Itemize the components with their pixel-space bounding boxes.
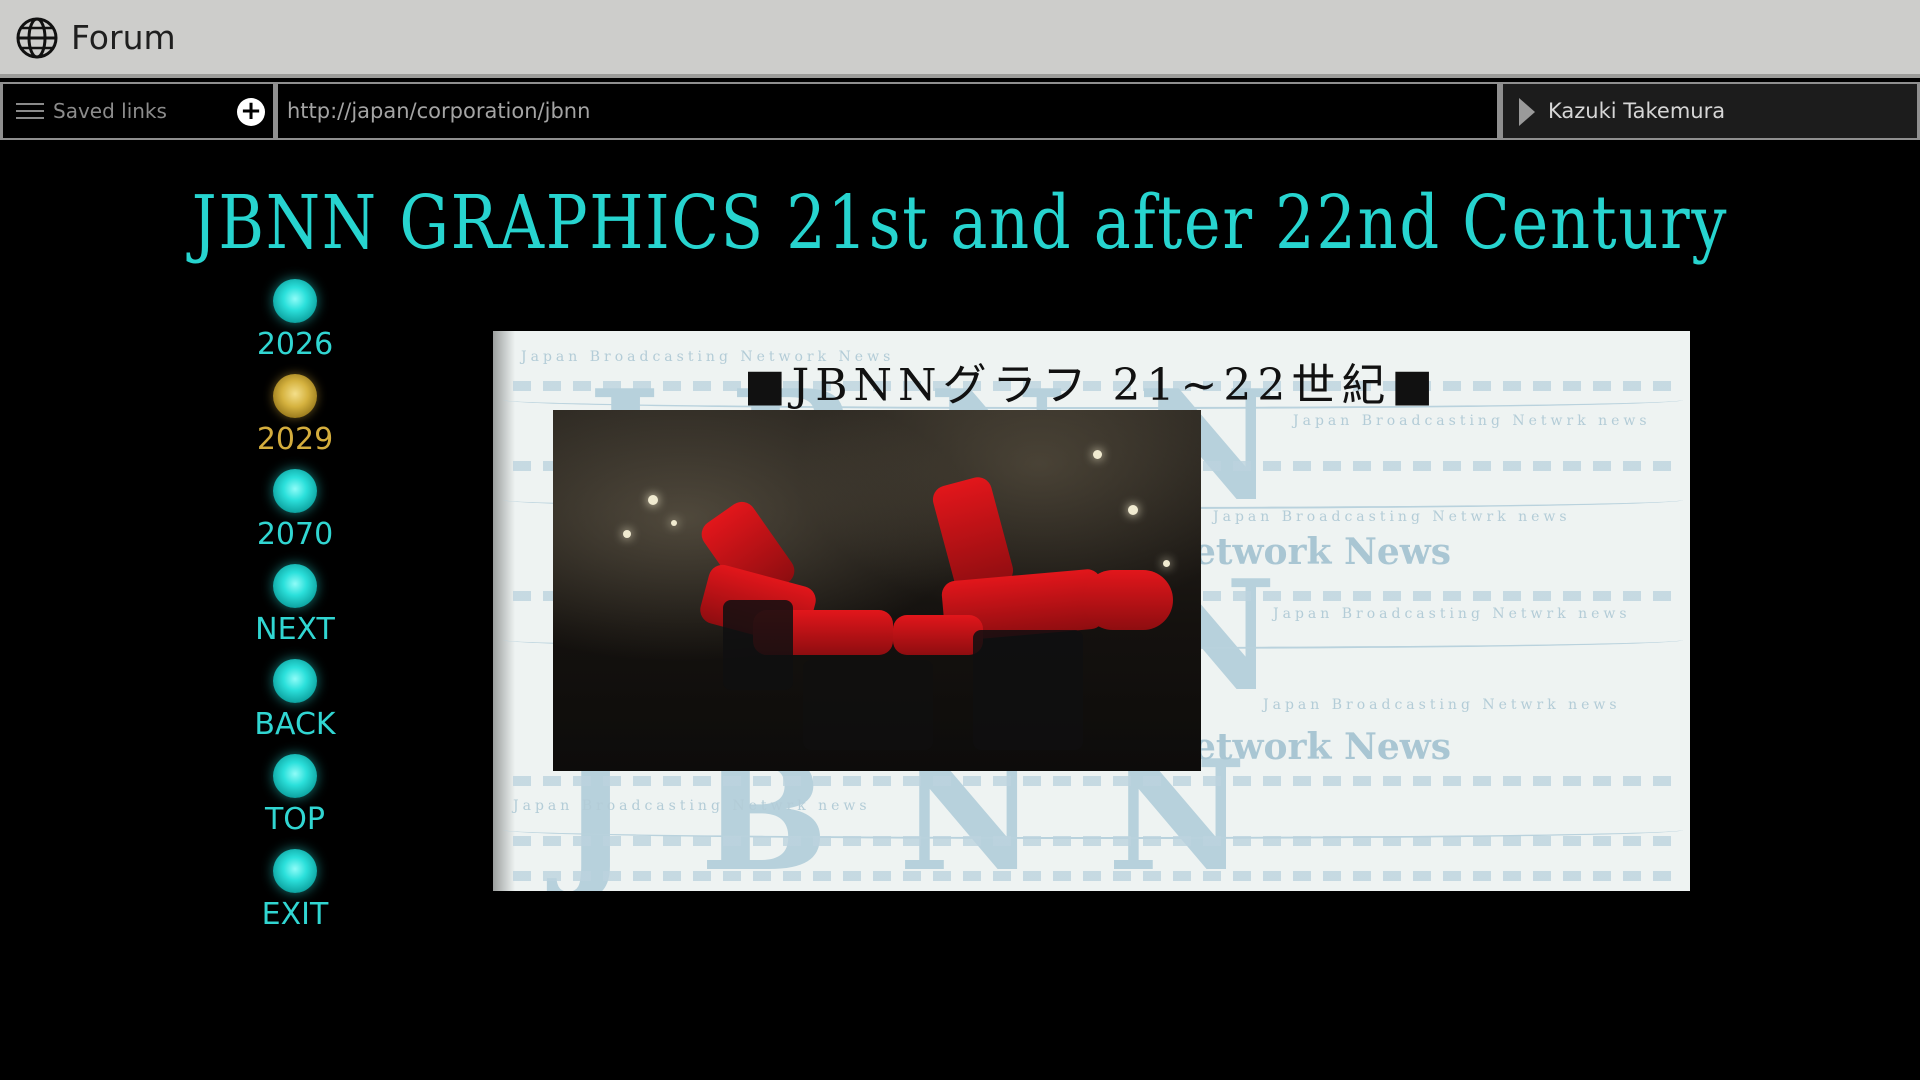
nav-item-next[interactable]: NEXT [240, 564, 350, 647]
nav-dot-icon[interactable] [273, 564, 317, 608]
user-name: Kazuki Takemura [1548, 99, 1726, 123]
nav-label[interactable]: 2070 [240, 517, 350, 552]
bg-text-line: Japan Broadcasting Netwrk news [1213, 509, 1571, 525]
add-link-button[interactable]: + [237, 98, 265, 126]
nav-dot-icon[interactable] [273, 849, 317, 893]
bg-stripe [513, 776, 1673, 786]
window-title-bar: Forum [0, 0, 1920, 78]
globe-icon [16, 17, 58, 59]
content-panel: Japan Broadcasting Network News JBNN JBN… [493, 331, 1690, 891]
nav-dot-icon[interactable] [273, 279, 317, 323]
nav-dot-icon-active[interactable] [273, 374, 317, 418]
saved-links-label: Saved links [53, 99, 167, 123]
user-menu[interactable]: Kazuki Takemura [1503, 84, 1917, 138]
bg-text-line: Japan Broadcasting Netwrk news [1273, 606, 1631, 622]
window-title: Forum [71, 18, 176, 57]
bg-stripe [513, 871, 1673, 881]
nav-label[interactable]: 2029 [240, 422, 350, 457]
panel-heading: ■JBNNグラフ 21~22世紀■ [744, 360, 1439, 411]
page-title: JBNN GRAPHICS 21st and after 22nd Centur… [191, 180, 1729, 266]
nav-item-2029[interactable]: 2029 [240, 374, 350, 457]
nav-item-back[interactable]: BACK [240, 659, 350, 742]
nav-dot-icon[interactable] [273, 659, 317, 703]
bg-news-text: etwork News [1193, 531, 1452, 573]
bg-stripe [513, 836, 1673, 846]
nav-label[interactable]: BACK [240, 707, 350, 742]
play-icon[interactable] [1519, 98, 1535, 126]
nav-label[interactable]: TOP [240, 802, 350, 837]
bg-text-line: Japan Broadcasting Netwrk news [513, 798, 871, 814]
nav-item-2070[interactable]: 2070 [240, 469, 350, 552]
bg-text-line: Japan Broadcasting Netwrk news [1263, 697, 1621, 713]
saved-links-button[interactable]: Saved links + [3, 84, 273, 138]
nav-item-top[interactable]: TOP [240, 754, 350, 837]
nav-item-exit[interactable]: EXIT [240, 849, 350, 932]
nav-dot-icon[interactable] [273, 754, 317, 798]
red-robot-arms-photo [553, 410, 1201, 771]
plus-icon: + [240, 96, 262, 126]
nav-item-2026[interactable]: 2026 [240, 279, 350, 362]
address-bar-row: Saved links + http://japan/corporation/j… [0, 82, 1920, 140]
nav-label[interactable]: 2026 [240, 327, 350, 362]
bg-text-line: Japan Broadcasting Netwrk news [1293, 413, 1651, 429]
hamburger-icon[interactable] [16, 103, 44, 119]
bg-news-text: etwork News [1193, 726, 1452, 768]
nav-dot-icon[interactable] [273, 469, 317, 513]
url-field[interactable]: http://japan/corporation/jbnn [278, 84, 1497, 138]
url-text[interactable]: http://japan/corporation/jbnn [287, 99, 590, 123]
nav-label[interactable]: EXIT [240, 897, 350, 932]
nav-label[interactable]: NEXT [240, 612, 350, 647]
